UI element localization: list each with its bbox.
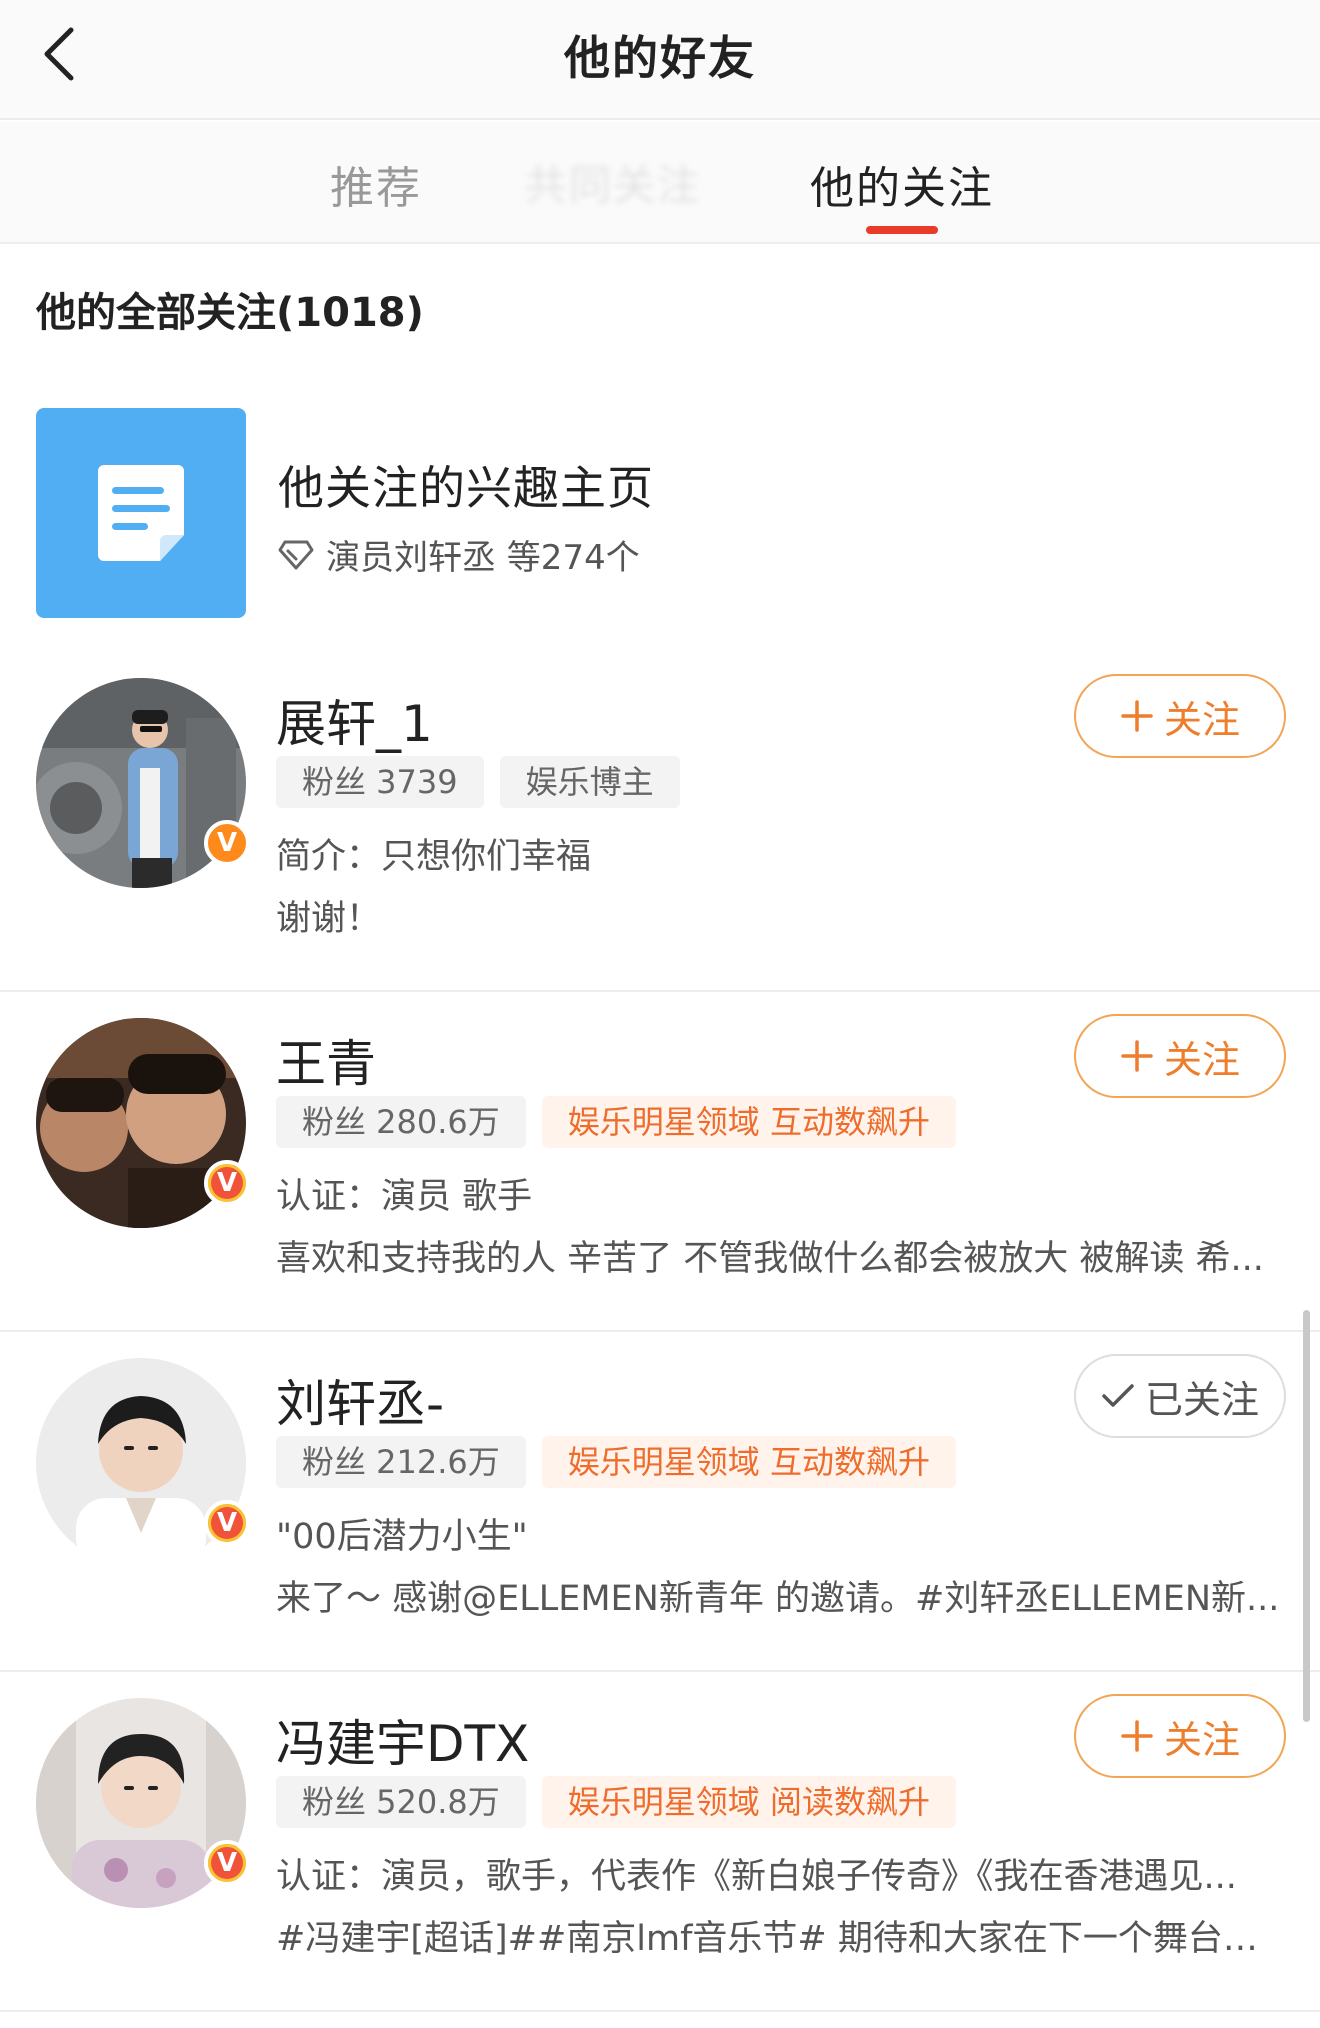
- interest-title: 他关注的兴趣主页: [278, 461, 654, 515]
- verified-badge-icon: V: [204, 1160, 250, 1206]
- category-tag: 娱乐博主: [499, 756, 680, 808]
- user-description: 喜欢和支持我的人 辛苦了 不管我做什么都会被放大 被解读 希...: [276, 1239, 1264, 1279]
- plus-icon: [1121, 1040, 1153, 1072]
- list-item[interactable]: V 王青 粉丝 280.6万 娱乐明星领域 互动数飙升 认证：演员 歌手 喜欢和…: [0, 994, 1320, 1332]
- user-tags: 粉丝 520.8万 娱乐明星领域 阅读数飙升: [276, 1776, 956, 1828]
- check-icon: [1102, 1384, 1134, 1407]
- user-name[interactable]: 王青: [276, 1024, 376, 1096]
- fans-count-tag: 粉丝 3739: [276, 756, 484, 808]
- verified-badge-icon: V: [204, 1500, 250, 1546]
- user-intro: 简介：只想你们幸福: [276, 837, 592, 877]
- user-description: 来了～ 感谢@ELLEMEN新青年 的邀请。#刘轩丞ELLEMEN新...: [276, 1579, 1280, 1619]
- verified-badge-icon: V: [204, 820, 250, 866]
- fans-count-tag: 粉丝 212.6万: [276, 1436, 526, 1488]
- list-item[interactable]: V 刘轩丞- 粉丝 212.6万 娱乐明星领域 互动数飙升 "00后潜力小生" …: [0, 1334, 1320, 1672]
- follow-button-label: 关注: [1163, 697, 1240, 742]
- document-icon: [98, 465, 184, 561]
- tab-active-indicator: [866, 226, 938, 234]
- plus-icon: [1121, 1720, 1153, 1752]
- nav-bar: 他的好友: [0, 0, 1320, 120]
- fans-count-tag: 粉丝 520.8万: [276, 1776, 526, 1828]
- follow-button[interactable]: 关注: [1074, 674, 1286, 758]
- interest-pages-row[interactable]: 他关注的兴趣主页 演员刘轩丞 等274个: [36, 408, 1286, 618]
- tab-bar: 推荐 共同关注 他的关注: [0, 122, 1320, 244]
- follow-button[interactable]: 关注: [1074, 1694, 1286, 1778]
- verified-badge-icon: V: [204, 1840, 250, 1886]
- section-title: 他的全部关注(1018): [36, 290, 424, 336]
- interest-subtitle-text: 演员刘轩丞 等274个: [326, 538, 640, 578]
- trending-tag[interactable]: 娱乐明星领域 互动数飙升: [541, 1436, 956, 1488]
- page-title: 他的好友: [564, 31, 756, 85]
- interest-subtitle: 演员刘轩丞 等274个: [278, 530, 640, 579]
- user-verification: 认证：演员 歌手: [276, 1177, 533, 1217]
- list-item[interactable]: V 冯建宇DTX 粉丝 520.8万 娱乐明星领域 阅读数飙升 认证：演员，歌手…: [0, 1674, 1320, 2012]
- fans-count-tag: 粉丝 280.6万: [276, 1096, 526, 1148]
- user-tags: 粉丝 212.6万 娱乐明星领域 互动数飙升: [276, 1436, 956, 1488]
- following-button[interactable]: 已关注: [1074, 1354, 1286, 1438]
- follow-button-label: 关注: [1163, 1037, 1240, 1082]
- tab-mutual[interactable]: 共同关注: [525, 152, 701, 213]
- trending-tag[interactable]: 娱乐明星领域 互动数飙升: [541, 1096, 956, 1148]
- user-name[interactable]: 冯建宇DTX: [276, 1704, 529, 1776]
- tab-recommend[interactable]: 推荐: [330, 152, 422, 216]
- tab-following[interactable]: 他的关注: [810, 152, 994, 216]
- user-name[interactable]: 展轩_1: [276, 684, 433, 756]
- following-button-label: 已关注: [1144, 1377, 1259, 1422]
- follow-button-label: 关注: [1163, 1717, 1240, 1762]
- user-name[interactable]: 刘轩丞-: [276, 1364, 444, 1436]
- user-description: 谢谢！: [276, 899, 382, 939]
- user-tags: 粉丝 3739 娱乐博主: [276, 756, 680, 808]
- user-tags: 粉丝 280.6万 娱乐明星领域 互动数飙升: [276, 1096, 956, 1148]
- interest-tile: [36, 408, 246, 618]
- trending-tag[interactable]: 娱乐明星领域 阅读数飙升: [541, 1776, 956, 1828]
- diamond-icon: [278, 540, 314, 569]
- list-item[interactable]: V 展轩_1 粉丝 3739 娱乐博主 简介：只想你们幸福 谢谢！ 关注: [0, 654, 1320, 992]
- user-verification: 认证：演员，歌手，代表作《新白娘子传奇》《我在香港遇见...: [276, 1857, 1237, 1897]
- scrollbar[interactable]: [1303, 1310, 1310, 1722]
- plus-icon: [1121, 700, 1153, 732]
- follow-button[interactable]: 关注: [1074, 1014, 1286, 1098]
- user-intro: "00后潜力小生": [276, 1517, 528, 1557]
- user-description: #冯建宇[超话]##南京lmf音乐节# 期待和大家在下一个舞台相...: [276, 1919, 1286, 1959]
